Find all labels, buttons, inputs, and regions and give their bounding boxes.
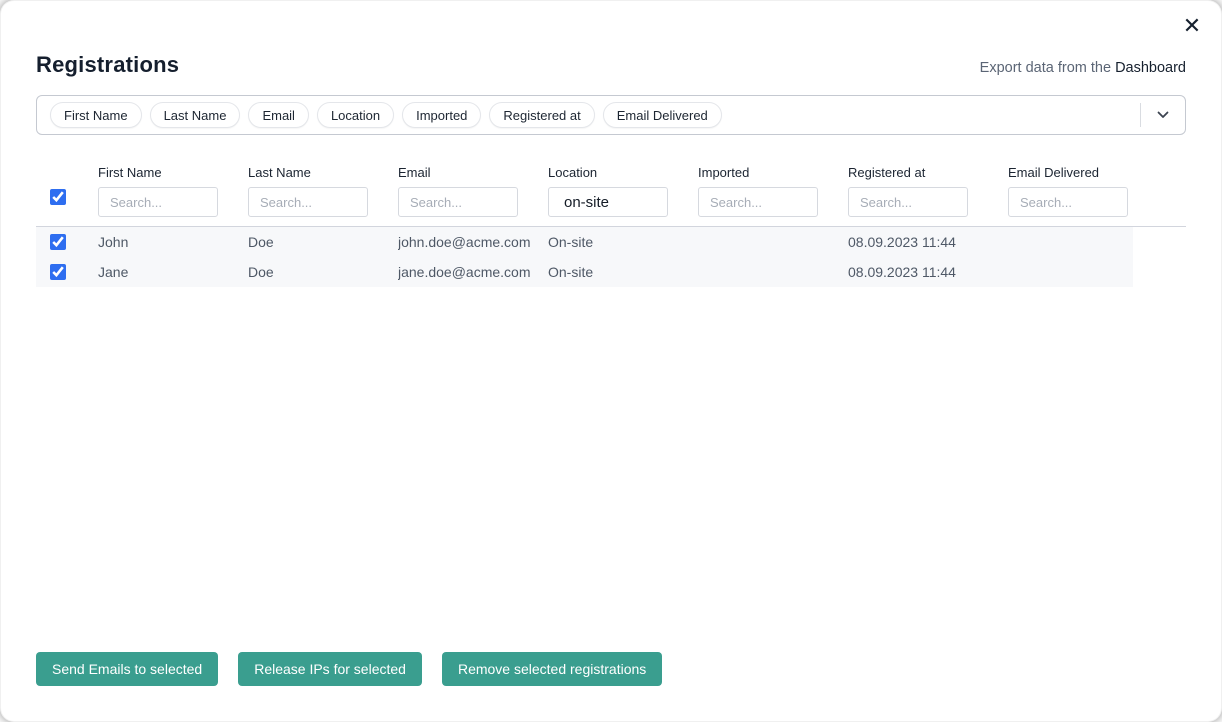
send-emails-button[interactable]: Send Emails to selected — [36, 652, 218, 686]
column-registered-at: Registered at — [848, 165, 1008, 217]
filter-chip-last-name[interactable]: Last Name — [150, 102, 241, 128]
filter-expand-button[interactable] — [1141, 96, 1185, 134]
dashboard-link[interactable]: Dashboard — [1115, 60, 1186, 76]
column-label: Location — [548, 165, 698, 180]
cell-location: On-site — [548, 234, 698, 250]
page-title: Registrations — [36, 52, 179, 78]
filter-chip-first-name[interactable]: First Name — [50, 102, 142, 128]
table-row: John Doe john.doe@acme.com On-site 08.09… — [36, 227, 1133, 257]
remove-registrations-button[interactable]: Remove selected registrations — [442, 652, 662, 686]
search-input-last-name[interactable] — [248, 187, 368, 217]
modal-header: Registrations Export data from the Dashb… — [36, 52, 1186, 78]
release-ips-button[interactable]: Release IPs for selected — [238, 652, 422, 686]
column-first-name: First Name — [98, 165, 248, 217]
close-icon: ✕ — [1183, 13, 1201, 38]
select-all-checkbox[interactable] — [50, 189, 66, 205]
filter-bar: First Name Last Name Email Location Impo… — [36, 95, 1186, 135]
filter-chip-email-delivered[interactable]: Email Delivered — [603, 102, 722, 128]
filter-chip-email[interactable]: Email — [248, 102, 309, 128]
cell-last-name: Doe — [248, 264, 398, 280]
row-checkbox[interactable] — [50, 264, 66, 280]
column-email: Email — [398, 165, 548, 217]
cell-first-name: Jane — [98, 264, 248, 280]
column-label: First Name — [98, 165, 248, 180]
search-input-email-delivered[interactable] — [1008, 187, 1128, 217]
table-row: Jane Doe jane.doe@acme.com On-site 08.09… — [36, 257, 1133, 287]
cell-email: john.doe@acme.com — [398, 234, 548, 250]
cell-registered-at: 08.09.2023 11:44 — [848, 264, 1008, 280]
filter-chip-registered-at[interactable]: Registered at — [489, 102, 594, 128]
chevron-down-icon — [1157, 111, 1169, 119]
registrations-table: First Name Last Name Email Location Impo… — [36, 165, 1186, 287]
column-label: Last Name — [248, 165, 398, 180]
cell-location: On-site — [548, 264, 698, 280]
filter-chip-location[interactable]: Location — [317, 102, 394, 128]
row-select-cell — [36, 234, 98, 250]
column-label: Imported — [698, 165, 848, 180]
search-input-imported[interactable] — [698, 187, 818, 217]
bulk-actions: Send Emails to selected Release IPs for … — [36, 652, 662, 686]
row-select-cell — [36, 264, 98, 280]
registrations-modal: ✕ Registrations Export data from the Das… — [0, 0, 1222, 722]
table-header: First Name Last Name Email Location Impo… — [36, 165, 1186, 226]
column-label: Registered at — [848, 165, 1008, 180]
column-last-name: Last Name — [248, 165, 398, 217]
search-input-email[interactable] — [398, 187, 518, 217]
column-email-delivered: Email Delivered — [1008, 165, 1133, 217]
close-button[interactable]: ✕ — [1176, 10, 1208, 42]
select-all-cell — [36, 189, 98, 217]
cell-registered-at: 08.09.2023 11:44 — [848, 234, 1008, 250]
search-input-location[interactable] — [548, 187, 668, 217]
row-checkbox[interactable] — [50, 234, 66, 250]
column-imported: Imported — [698, 165, 848, 217]
cell-email: jane.doe@acme.com — [398, 264, 548, 280]
filter-chip-list: First Name Last Name Email Location Impo… — [50, 102, 1140, 128]
cell-last-name: Doe — [248, 234, 398, 250]
cell-first-name: John — [98, 234, 248, 250]
column-label: Email — [398, 165, 548, 180]
table-body: John Doe john.doe@acme.com On-site 08.09… — [36, 226, 1186, 287]
export-hint: Export data from the Dashboard — [980, 60, 1186, 78]
export-hint-text: Export data from the — [980, 60, 1115, 76]
search-input-first-name[interactable] — [98, 187, 218, 217]
column-location: Location — [548, 165, 698, 217]
filter-chip-imported[interactable]: Imported — [402, 102, 481, 128]
column-label: Email Delivered — [1008, 165, 1133, 180]
search-input-registered-at[interactable] — [848, 187, 968, 217]
